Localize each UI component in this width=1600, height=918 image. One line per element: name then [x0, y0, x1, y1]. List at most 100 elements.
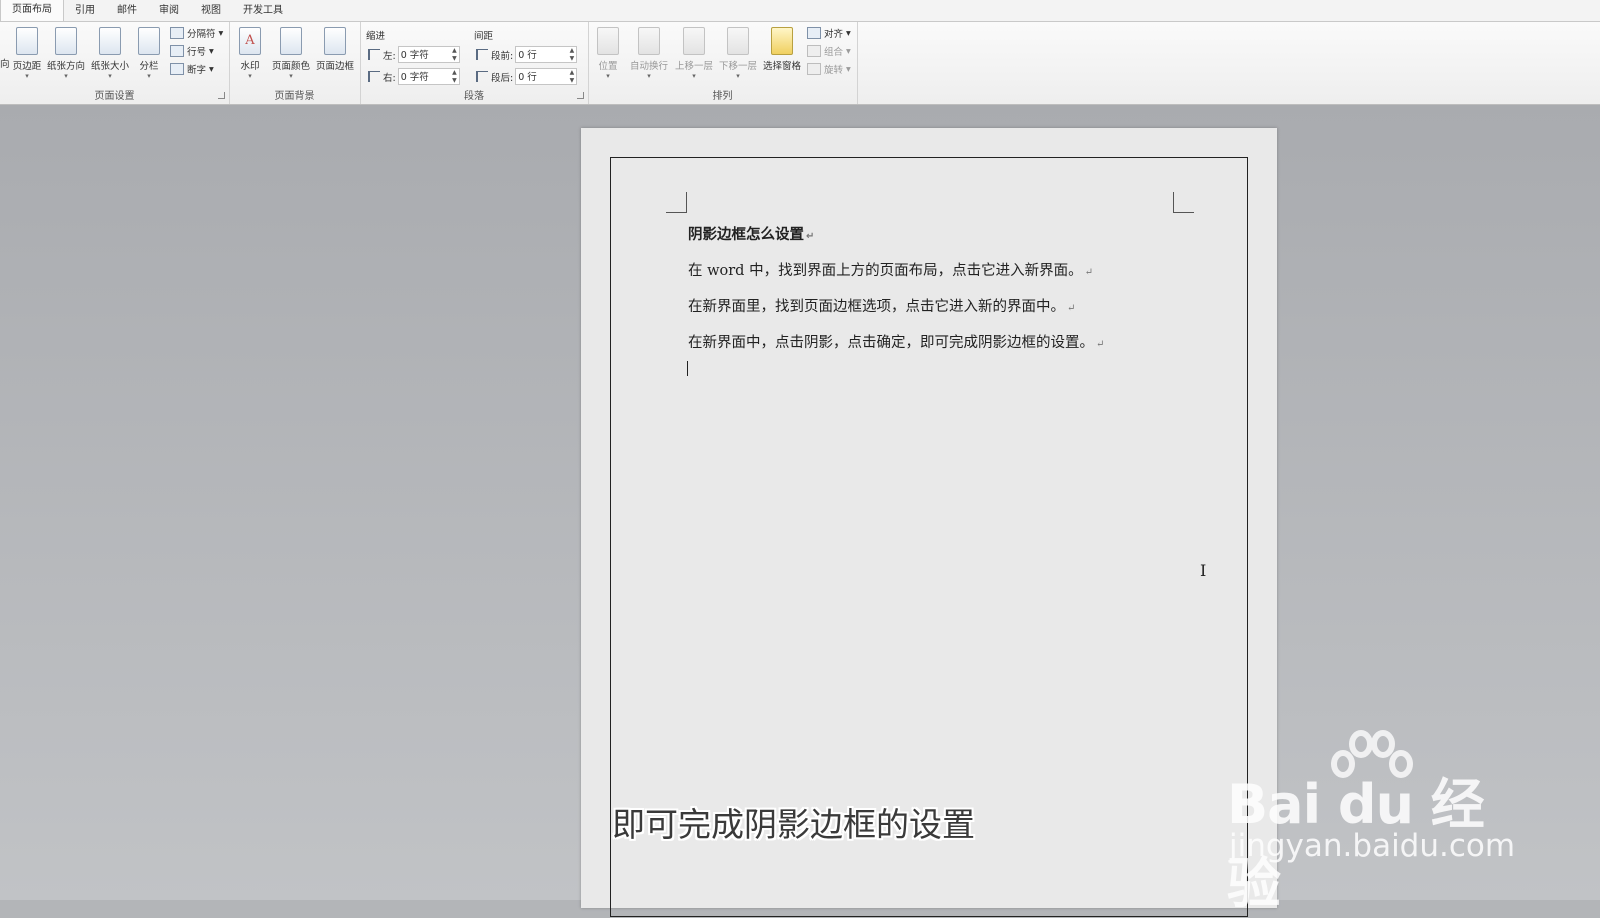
- breaks-button[interactable]: 分隔符 ▾: [170, 25, 223, 41]
- align-label: 对齐: [824, 29, 844, 40]
- bring-forward-icon: [683, 27, 705, 55]
- spacing-after-row: 段后: 0 行 ▲ ▼: [476, 67, 578, 86]
- wrap-text-button[interactable]: 自动换行 ▾: [626, 25, 672, 81]
- margins-button[interactable]: 页边距 ▾: [6, 25, 48, 81]
- baidu-url: jingyan.baidu.com: [1229, 828, 1516, 864]
- hyphenation-button[interactable]: 断字 ▾: [170, 61, 214, 77]
- ribbon: 向 页边距 ▾ 纸张方向 ▾ 纸张大小 ▾ 分栏 ▾ 分隔符 ▾ 行号 ▾ 断字…: [0, 22, 1600, 105]
- margin-corner-top-left: [666, 192, 687, 213]
- selection-pane-icon: [771, 27, 793, 55]
- align-icon: [807, 27, 821, 39]
- size-label: 纸张大小: [90, 61, 129, 72]
- indent-left-label: 左:: [383, 50, 396, 62]
- spinner-arrows-icon[interactable]: ▲ ▼: [570, 69, 575, 85]
- spacing-before-spinner[interactable]: 0 行 ▲ ▼: [515, 46, 578, 63]
- ibeam-cursor-icon: I: [1200, 561, 1207, 580]
- columns-button[interactable]: 分栏 ▾: [134, 25, 164, 81]
- dialog-launcher-icon[interactable]: [577, 92, 584, 99]
- position-button[interactable]: 位置 ▾: [590, 25, 626, 81]
- margins-label: 页边距: [12, 61, 42, 72]
- rotate-button[interactable]: 旋转 ▾: [807, 61, 851, 77]
- group-icon: [807, 45, 821, 57]
- chevron-down-icon: ▾: [147, 72, 151, 80]
- indent-left-value: 0 字符: [400, 50, 429, 61]
- indent-right-value: 0 字符: [400, 72, 429, 83]
- line-numbers-button[interactable]: 行号 ▾: [170, 43, 214, 59]
- tab-review[interactable]: 审阅: [148, 1, 190, 21]
- line-numbers-label: 行号: [187, 47, 207, 58]
- send-backward-button[interactable]: 下移一层 ▾: [716, 25, 760, 81]
- watermark-label: 水印: [240, 61, 260, 72]
- bring-forward-button[interactable]: 上移一层 ▾: [672, 25, 716, 81]
- paragraph-mark: ↵: [806, 231, 815, 242]
- tab-page-layout[interactable]: 页面布局: [0, 0, 64, 21]
- spacing-before-value: 0 行: [518, 50, 537, 61]
- size-button[interactable]: 纸张大小 ▾: [88, 25, 132, 81]
- tab-view[interactable]: 视图: [190, 1, 232, 21]
- breaks-label: 分隔符: [187, 29, 216, 40]
- spinner-arrows-icon[interactable]: ▲ ▼: [452, 47, 457, 63]
- chevron-down-icon: ▾: [108, 72, 112, 80]
- spacing-before-label: 段前:: [491, 50, 514, 62]
- paragraph-text: 在新界面里，找到页面边框选项，点击它进入新的界面中。: [688, 299, 1065, 315]
- indent-right-icon: [368, 71, 380, 82]
- spacing-after-spinner[interactable]: 0 行 ▲ ▼: [515, 68, 578, 85]
- chevron-down-icon: ▾: [289, 72, 293, 80]
- arrange-group: 位置 ▾ 自动换行 ▾ 上移一层 ▾ 下移一层 ▾ 选择窗格 对齐 ▾ 组合 ▾…: [588, 22, 858, 104]
- indent-left-spinner[interactable]: 0 字符 ▲ ▼: [397, 46, 460, 63]
- indent-right-spinner[interactable]: 0 字符 ▲ ▼: [397, 68, 460, 85]
- spacing-header: 间距: [474, 31, 494, 42]
- chevron-down-icon: ▾: [647, 72, 651, 80]
- chevron-down-icon: ▾: [25, 72, 29, 80]
- baidu-watermark: Bai du 经验 jingyan.baidu.com: [1227, 728, 1527, 915]
- spacing-before-row: 段前: 0 行 ▲ ▼: [476, 45, 578, 64]
- document-paragraph-1[interactable]: 在 word 中，找到界面上方的页面布局，点击它进入新界面。 ↵: [688, 259, 1093, 280]
- group-button[interactable]: 组合 ▾: [807, 43, 851, 59]
- wrap-text-label: 自动换行: [629, 61, 668, 72]
- document-paragraph-2[interactable]: 在新界面里，找到页面边框选项，点击它进入新的界面中。 ↵: [688, 295, 1075, 316]
- page-setup-label: 页面设置: [94, 91, 135, 102]
- breaks-icon: [170, 27, 184, 39]
- text-caret: [687, 361, 688, 376]
- paragraph-group: 缩进 间距 左: 0 字符 ▲ ▼ 右: 0 字符 ▲ ▼ 段前: 0 行 ▲ ▼: [360, 22, 589, 104]
- tab-developer[interactable]: 开发工具: [232, 1, 294, 21]
- tab-references[interactable]: 引用: [64, 1, 106, 21]
- orientation-button[interactable]: 纸张方向 ▾: [44, 25, 88, 81]
- columns-label: 分栏: [139, 61, 159, 72]
- position-label: 位置: [598, 61, 618, 72]
- selection-pane-button[interactable]: 选择窗格: [760, 25, 804, 81]
- align-button[interactable]: 对齐 ▾: [807, 25, 851, 41]
- document-paragraph-3[interactable]: 在新界面中，点击阴影，点击确定，即可完成阴影边框的设置。 ↵: [688, 331, 1104, 352]
- paragraph-mark: ↵: [1084, 267, 1093, 278]
- page-color-label: 页面颜色: [271, 61, 310, 72]
- indent-header: 缩进: [366, 31, 386, 42]
- document-title[interactable]: 阴影边框怎么设置 ↵: [688, 223, 814, 244]
- page-size-icon: [99, 27, 121, 55]
- tab-mailings[interactable]: 邮件: [106, 1, 148, 21]
- dialog-launcher-icon[interactable]: [218, 92, 225, 99]
- columns-icon: [138, 27, 160, 55]
- paragraph-mark: ↵: [1067, 303, 1076, 314]
- margins-icon: [16, 27, 38, 55]
- chevron-down-icon: ▾: [248, 72, 252, 80]
- page-color-icon: [280, 27, 302, 55]
- video-subtitle: 即可完成阴影边框的设置: [612, 805, 975, 844]
- chevron-down-icon: ▾: [692, 72, 696, 80]
- watermark-button[interactable]: A 水印 ▾: [232, 25, 268, 81]
- page-color-button[interactable]: 页面颜色 ▾: [269, 25, 313, 81]
- orientation-icon: [55, 27, 77, 55]
- orientation-label: 纸张方向: [46, 61, 85, 72]
- spacing-after-label: 段后:: [491, 72, 514, 84]
- group-label: 组合: [824, 47, 844, 58]
- spacing-after-value: 0 行: [518, 72, 537, 83]
- spinner-arrows-icon[interactable]: ▲ ▼: [452, 69, 457, 85]
- page-borders-button[interactable]: 页面边框: [313, 25, 357, 81]
- spinner-arrows-icon[interactable]: ▲ ▼: [570, 47, 575, 63]
- indent-right-label: 右:: [383, 72, 396, 84]
- rotate-label: 旋转: [824, 65, 844, 76]
- send-backward-label: 下移一层: [718, 61, 757, 72]
- document-title-text: 阴影边框怎么设置: [688, 227, 804, 243]
- selection-pane-label: 选择窗格: [762, 61, 801, 72]
- page-background-label: 页面背景: [274, 91, 315, 102]
- position-icon: [597, 27, 619, 55]
